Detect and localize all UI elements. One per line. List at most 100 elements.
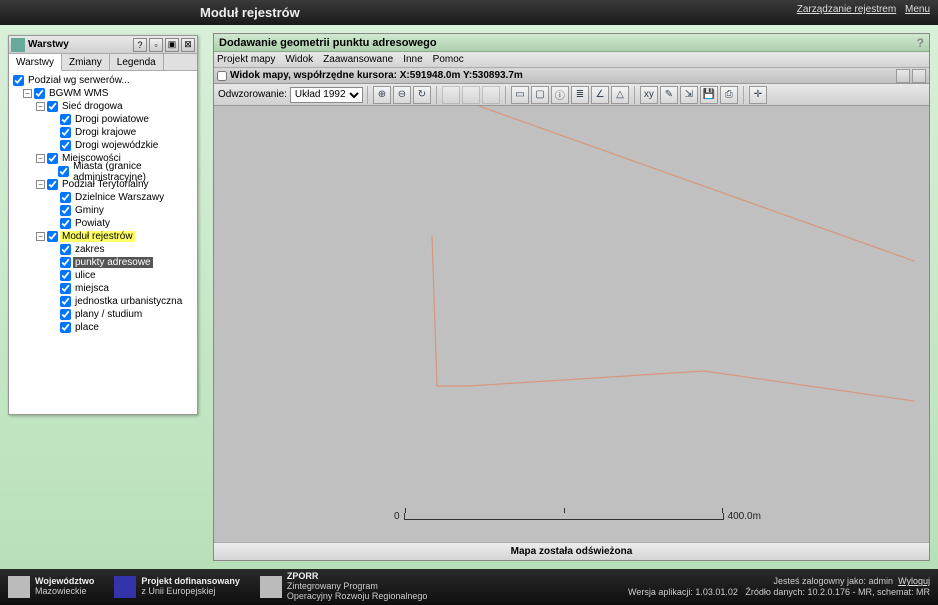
footer-ue-2: z Unii Europejskiej [141,587,240,597]
edit-button[interactable]: ✎ [660,86,678,104]
tree-checkbox[interactable] [58,166,69,177]
save-button[interactable]: 💾 [700,86,718,104]
menu-zaawansowane[interactable]: Zaawansowane [323,54,393,65]
tree-checkbox[interactable] [47,231,58,242]
minimize-button[interactable]: ▣ [165,38,179,52]
layers-panel: Warstwy ? ▫ ▣ ⊠ Warstwy Zmiany Legenda P… [8,35,198,415]
tree-label[interactable]: Sieć drogowa [60,101,125,112]
map-menu-bar: Projekt mapy Widok Zaawansowane Inne Pom… [214,52,929,68]
tree-label[interactable]: Podział Terytorialny [60,179,151,190]
tree-checkbox[interactable] [60,244,71,255]
road-geometry [214,106,914,536]
collapse-icon[interactable]: − [36,154,45,163]
tree-checkbox[interactable] [60,257,71,268]
tree-checkbox[interactable] [60,140,71,151]
tree-label[interactable]: Gminy [73,205,106,216]
wojewodztwo-logo [8,576,30,598]
tree-checkbox[interactable] [47,101,58,112]
export-button[interactable]: ⇲ [680,86,698,104]
tree-checkbox[interactable] [60,192,71,203]
tree-checkbox[interactable] [60,283,71,294]
tree-label[interactable]: Powiaty [73,218,112,229]
tree-checkbox[interactable] [13,75,24,86]
print-button[interactable]: ⎙ [720,86,738,104]
collapse-icon[interactable]: − [23,89,32,98]
collapse-icon[interactable]: − [36,102,45,111]
info-button[interactable]: ⓘ [551,86,569,104]
tree-label[interactable]: plany / studium [73,309,144,320]
tree-label[interactable]: Drogi krajowe [73,127,138,138]
tree-label-selected[interactable]: punkty adresowe [73,257,153,268]
footer: Województwo Mazowieckie Projekt dofinans… [0,569,938,605]
tree-checkbox[interactable] [60,322,71,333]
tree-label[interactable]: Moduł rejestrów [60,231,135,242]
zoom-out-button[interactable]: ⊖ [393,86,411,104]
footer-src: Źródło danych: 10.2.0.176 - MR, schemat:… [745,587,930,597]
coords-button[interactable]: xy [640,86,658,104]
refresh-button[interactable]: ↻ [413,86,431,104]
menu-pomoc[interactable]: Pomoc [433,54,464,65]
crosshair-button[interactable]: ✛ [749,86,767,104]
tab-layers[interactable]: Warstwy [9,54,62,71]
footer-logged: Jesteś zalogowny jako: admin [773,576,893,586]
tool-button[interactable] [442,86,460,104]
tree-checkbox[interactable] [60,127,71,138]
tree-checkbox[interactable] [47,153,58,164]
tree-label[interactable]: Drogi powiatowe [73,114,151,125]
extent-button[interactable]: ▭ [511,86,529,104]
projection-select[interactable]: Układ 1992 [290,87,363,103]
tree-checkbox[interactable] [60,309,71,320]
tree-label[interactable]: miejsca [73,283,111,294]
close-button[interactable]: ⊠ [181,38,195,52]
window-restore-icon[interactable] [896,69,910,83]
scale-start: 0 [394,511,400,522]
map-canvas[interactable]: 0 400.0m [214,106,929,542]
logout-link[interactable]: Wyloguj [898,576,930,586]
coord-readout: Widok mapy, współrzędne kursora: X:59194… [230,70,896,81]
tool-button[interactable] [462,86,480,104]
scale-bar: 0 400.0m [394,511,761,522]
tree-label[interactable]: BGWM WMS [47,88,110,99]
tree-checkbox[interactable] [60,270,71,281]
tree-label[interactable]: Podział wg serwerów... [26,75,132,86]
menu-inne[interactable]: Inne [403,54,422,65]
layers-icon [11,38,25,52]
tool-button[interactable] [482,86,500,104]
collapse-icon[interactable]: − [36,180,45,189]
tree-checkbox[interactable] [60,205,71,216]
tree-label[interactable]: zakres [73,244,106,255]
layers-panel-title: Warstwy [28,39,133,50]
map-help-button[interactable]: ? [917,36,924,50]
top-bar: Moduł rejestrów Zarządzanie rejestrem Me… [0,0,938,25]
restore-button[interactable]: ▫ [149,38,163,52]
menu-widok[interactable]: Widok [285,54,313,65]
fullscreen-button[interactable]: ▢ [531,86,549,104]
measure-area-button[interactable]: △ [611,86,629,104]
tab-changes[interactable]: Zmiany [62,54,110,70]
tab-legend[interactable]: Legenda [110,54,164,70]
tree-label[interactable]: jednostka urbanistyczna [73,296,184,307]
eu-logo [114,576,136,598]
tree-label[interactable]: Dzielnice Warszawy [73,192,166,203]
tree-checkbox[interactable] [47,179,58,190]
tree-checkbox[interactable] [60,218,71,229]
tree-checkbox[interactable] [34,88,45,99]
window-maximize-icon[interactable] [912,69,926,83]
zoom-in-button[interactable]: ⊕ [373,86,391,104]
tree-label[interactable]: Drogi wojewódzkie [73,140,160,151]
tree-label[interactable]: ulice [73,270,98,281]
menu-projekt[interactable]: Projekt mapy [217,54,275,65]
measure-line-button[interactable]: ∠ [591,86,609,104]
map-window-title: Dodawanie geometrii punktu adresowego [219,37,917,49]
zporr-logo [260,576,282,598]
tree-checkbox[interactable] [60,114,71,125]
tree-checkbox[interactable] [60,296,71,307]
coord-checkbox[interactable] [217,71,227,81]
menu-link[interactable]: Menu [905,4,930,15]
collapse-icon[interactable]: − [36,232,45,241]
help-button[interactable]: ? [133,38,147,52]
tree-label[interactable]: place [73,322,101,333]
manage-register-link[interactable]: Zarządzanie rejestrem [797,4,896,15]
map-status: Mapa została odświeżona [214,542,929,560]
layers-button[interactable]: ≣ [571,86,589,104]
